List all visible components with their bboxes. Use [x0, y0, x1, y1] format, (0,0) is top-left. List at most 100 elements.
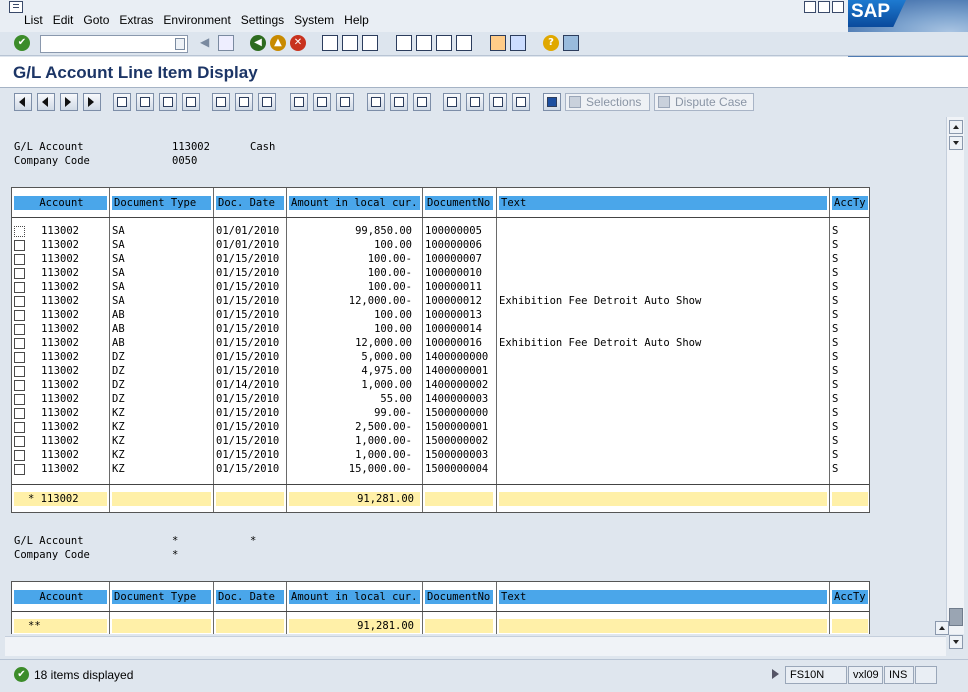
transaction-code[interactable]: FS10N: [785, 666, 847, 684]
table-row[interactable]: 113002 SA 01/15/2010 100.00- 100000011 S: [12, 280, 869, 294]
row-checkbox[interactable]: [14, 254, 25, 265]
col-amount-header[interactable]: Amount in local cur.: [289, 590, 420, 604]
row-checkbox[interactable]: [14, 464, 25, 475]
shortcut-icon[interactable]: [510, 35, 526, 51]
menu-settings[interactable]: Settings: [241, 13, 284, 27]
command-field[interactable]: [40, 35, 188, 53]
table-row[interactable]: 113002 SA 01/01/2010 99,850.00 100000005 S: [12, 224, 869, 238]
row-checkbox[interactable]: [14, 324, 25, 335]
first-item-icon[interactable]: [14, 93, 32, 111]
save-layout-icon[interactable]: [413, 93, 431, 111]
col-amount-header[interactable]: Amount in local cur.: [289, 196, 420, 210]
copy-icon[interactable]: [235, 93, 253, 111]
row-checkbox[interactable]: [14, 310, 25, 321]
table-row[interactable]: 113002 AB 01/15/2010 100.00 100000013 S: [12, 308, 869, 322]
row-checkbox[interactable]: [14, 352, 25, 363]
table-row[interactable]: 113002 DZ 01/15/2010 5,000.00 1400000000 S: [12, 350, 869, 364]
scroll-thumb[interactable]: [949, 608, 963, 626]
col-text-header[interactable]: Text: [499, 590, 827, 604]
scroll-up-icon[interactable]: [949, 120, 963, 134]
menu-environment[interactable]: Environment: [163, 13, 230, 27]
vertical-scrollbar[interactable]: [946, 117, 964, 634]
row-checkbox[interactable]: [14, 268, 25, 279]
previous-page-icon[interactable]: [416, 35, 432, 51]
detail-icon[interactable]: [258, 93, 276, 111]
table-row[interactable]: 113002 AB 01/15/2010 100.00 100000014 S: [12, 322, 869, 336]
selections-button[interactable]: Selections: [565, 93, 650, 111]
table-row[interactable]: 113002 AB 01/15/2010 12,000.00 100000016 Exhi…: [12, 336, 869, 350]
cancel-icon[interactable]: ✕: [290, 35, 306, 51]
table-row[interactable]: 113002 SA 01/01/2010 100.00 100000006 S: [12, 238, 869, 252]
row-checkbox[interactable]: [14, 394, 25, 405]
col-document-type-header[interactable]: Document Type: [112, 196, 211, 210]
new-session-icon[interactable]: [490, 35, 506, 51]
input-mode[interactable]: INS: [884, 666, 914, 684]
scroll-page-up-icon[interactable]: [935, 621, 949, 635]
subtotal-row[interactable]: * 113002 91,281.00: [12, 492, 869, 506]
info-icon[interactable]: [543, 93, 561, 111]
menu-goto[interactable]: Goto: [83, 13, 109, 27]
row-checkbox[interactable]: [14, 282, 25, 293]
row-checkbox[interactable]: [14, 450, 25, 461]
row-checkbox[interactable]: [14, 380, 25, 391]
layout-menu-icon[interactable]: [563, 35, 579, 51]
next-item-icon[interactable]: [60, 93, 78, 111]
row-checkbox[interactable]: [14, 436, 25, 447]
print-icon[interactable]: [322, 35, 338, 51]
layout-icon[interactable]: [367, 93, 385, 111]
change-icon[interactable]: [113, 93, 131, 111]
percent-icon[interactable]: [466, 93, 484, 111]
row-checkbox[interactable]: [14, 240, 25, 251]
col-document-no-header[interactable]: DocumentNo: [425, 590, 493, 604]
table-row[interactable]: 113002 SA 01/15/2010 12,000.00- 100000012 Exh…: [12, 294, 869, 308]
find-next-icon[interactable]: [362, 35, 378, 51]
sort-icon[interactable]: [159, 93, 177, 111]
last-page-icon[interactable]: [456, 35, 472, 51]
table-row[interactable]: 113002 SA 01/15/2010 100.00- 100000007 S: [12, 252, 869, 266]
help-icon[interactable]: ?: [543, 35, 559, 51]
col-document-no-header[interactable]: DocumentNo: [425, 196, 493, 210]
print-list-icon[interactable]: [313, 93, 331, 111]
menu-extras[interactable]: Extras: [119, 13, 153, 27]
minimize-icon[interactable]: [804, 1, 816, 13]
export-icon[interactable]: [489, 93, 507, 111]
table-row[interactable]: 113002 DZ 01/15/2010 4,975.00 1400000001 S: [12, 364, 869, 378]
back-icon[interactable]: ◀: [250, 35, 266, 51]
subtotal-row[interactable]: ** 91,281.00: [12, 619, 869, 633]
last-item-icon[interactable]: [83, 93, 101, 111]
subtotal-filter-icon[interactable]: [336, 93, 354, 111]
menu-edit[interactable]: Edit: [53, 13, 74, 27]
col-accty-header[interactable]: AccTy: [832, 196, 868, 210]
horizontal-scrollbar[interactable]: [5, 621, 963, 656]
document-icon[interactable]: [212, 93, 230, 111]
col-document-type-header[interactable]: Document Type: [112, 590, 211, 604]
table-row[interactable]: 113002 KZ 01/15/2010 15,000.00- 1500000004 S: [12, 462, 869, 476]
flag-icon[interactable]: [182, 93, 200, 111]
close-window-icon[interactable]: [832, 1, 844, 13]
display-change-icon[interactable]: [136, 93, 154, 111]
dispute-case-button[interactable]: Dispute Case: [654, 93, 754, 111]
table-row[interactable]: 113002 KZ 01/15/2010 99.00- 1500000000 S: [12, 406, 869, 420]
save-icon[interactable]: [218, 35, 234, 51]
exit-icon[interactable]: ▲: [270, 35, 286, 51]
col-account-header[interactable]: Account: [14, 590, 107, 604]
menu-system[interactable]: System: [294, 13, 334, 27]
col-doc-date-header[interactable]: Doc. Date: [216, 590, 284, 604]
col-doc-date-header[interactable]: Doc. Date: [216, 196, 284, 210]
menu-list[interactable]: List: [24, 13, 43, 27]
col-text-header[interactable]: Text: [499, 196, 827, 210]
command-history-icon[interactable]: [175, 38, 185, 50]
enter-icon[interactable]: ✔: [14, 35, 30, 51]
sum-icon[interactable]: [443, 93, 461, 111]
table-row[interactable]: 113002 SA 01/15/2010 100.00- 100000010 S: [12, 266, 869, 280]
scroll-page-down-icon[interactable]: [949, 635, 963, 649]
row-checkbox[interactable]: [14, 366, 25, 377]
restore-icon[interactable]: [818, 1, 830, 13]
table-row[interactable]: 113002 KZ 01/15/2010 1,000.00- 1500000002 S: [12, 434, 869, 448]
scroll-down-icon[interactable]: [949, 136, 963, 150]
menu-help[interactable]: Help: [344, 13, 369, 27]
row-checkbox[interactable]: [14, 296, 25, 307]
table-row[interactable]: 113002 DZ 01/14/2010 1,000.00 1400000002 S: [12, 378, 869, 392]
back-arrow-icon[interactable]: ◀: [200, 35, 216, 51]
row-checkbox[interactable]: [14, 226, 25, 237]
